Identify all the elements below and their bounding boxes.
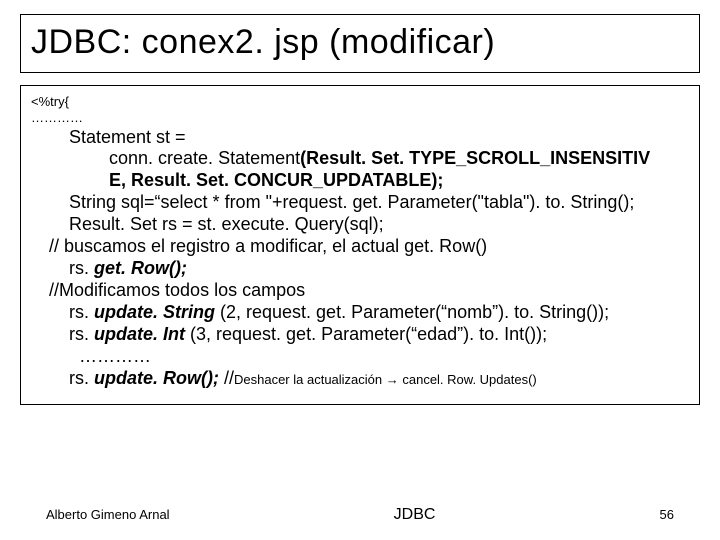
code-line: rs. get. Row(); (31, 258, 689, 280)
code-text: (2, request. get. Parameter(“nomb”). to.… (220, 302, 609, 322)
code-emph: update. Int (94, 324, 190, 344)
code-line: ………… (31, 346, 689, 368)
slide-title: JDBC: conex2. jsp (modificar) (31, 23, 689, 62)
code-line: String sql=“select * from "+request. get… (31, 192, 689, 214)
code-comment: //Modificamos todos los campos (31, 280, 689, 302)
code-emph: update. Row(); (94, 368, 224, 388)
code-text: // (224, 368, 234, 388)
footer-page-number: 56 (660, 507, 674, 522)
footer-topic: JDBC (394, 506, 436, 524)
code-emph: update. String (94, 302, 220, 322)
slide: JDBC: conex2. jsp (modificar) <%try{ ………… (0, 0, 720, 540)
code-line: rs. update. String (2, request. get. Par… (31, 302, 689, 324)
code-emph: get. Row(); (94, 258, 187, 278)
title-box: JDBC: conex2. jsp (modificar) (20, 14, 700, 73)
code-line: conn. create. Statement(Result. Set. TYP… (31, 148, 689, 170)
code-bold: (Result. Set. TYPE_SCROLL_INSENSITIV (300, 148, 650, 168)
code-line: E, Result. Set. CONCUR_UPDATABLE); (31, 170, 689, 192)
code-comment: // buscamos el registro a modificar, el … (31, 236, 689, 258)
code-line: Statement st = (31, 127, 689, 149)
footer-author: Alberto Gimeno Arnal (46, 507, 170, 522)
code-line: rs. update. Row(); //Deshacer la actuali… (31, 368, 689, 390)
code-text: (3, request. get. Parameter(“edad”). to.… (190, 324, 547, 344)
code-line: ………… (31, 110, 689, 126)
footer: Alberto Gimeno Arnal JDBC 56 (0, 506, 720, 524)
code-text: conn. create. Statement (109, 148, 300, 168)
code-line: <%try{ (31, 94, 689, 110)
code-text: rs. (69, 324, 94, 344)
code-box: <%try{ ………… Statement st = conn. create.… (20, 85, 700, 405)
code-line: rs. update. Int (3, request. get. Parame… (31, 324, 689, 346)
code-text: rs. (69, 302, 94, 322)
code-line: Result. Set rs = st. execute. Query(sql)… (31, 214, 689, 236)
code-text: rs. (69, 258, 94, 278)
code-comment-small: Deshacer la actualización → cancel. Row.… (234, 372, 537, 387)
code-text: rs. (69, 368, 94, 388)
